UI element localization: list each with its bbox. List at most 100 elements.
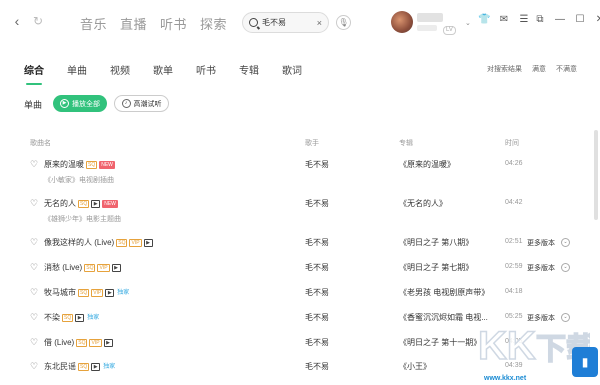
new-tag: NEW [99,160,115,169]
song-title-cell: 原来的温暖 SQ NEW [44,159,115,170]
sq-tag: SQ [78,199,90,208]
heart-icon[interactable]: ♡ [30,238,39,247]
maximize-icon[interactable]: ☐ [574,14,586,26]
album-name[interactable]: 《香蜜沉沉烬如霜 电视... [399,312,488,323]
song-title[interactable]: 牧马城市 [44,287,76,298]
column-header-album[interactable]: 专辑 [399,138,413,148]
heart-icon[interactable]: ♡ [30,199,39,208]
main-nav-explore[interactable]: 探索 [200,14,227,33]
song-duration: 05:25 [505,313,523,320]
vip-tag: VIP [97,263,110,272]
mv-tag[interactable]: ▶ [105,288,115,297]
search-icon [249,18,258,27]
tab-songs[interactable]: 单曲 [67,62,87,81]
mini-mode-icon[interactable]: ⧉ [534,14,546,26]
singer-name[interactable]: 毛不易 [305,198,329,209]
column-header-singer[interactable]: 歌手 [305,138,319,148]
song-title-cell: 借 (Live) SQ VIP ▶ [44,337,113,348]
avatar[interactable] [391,11,413,33]
mv-tag[interactable]: ▶ [103,338,113,347]
song-title[interactable]: 原来的温暖 [44,159,84,170]
singer-name[interactable]: 毛不易 [305,287,329,298]
floating-action-button[interactable]: ▮ [572,347,598,377]
album-name[interactable]: 《原来的温暖》 [399,159,455,170]
main-nav-music[interactable]: 音乐 [80,14,107,33]
column-header-time[interactable]: 时间 [505,138,519,148]
mv-tag[interactable]: ▶ [91,362,101,371]
song-title[interactable]: 不染 [44,312,60,323]
feedback-satisfied[interactable]: 满意 [532,64,546,74]
highlight-trial-button[interactable]: ♪ 高潮试听 [114,95,169,112]
main-nav-audiobook[interactable]: 听书 [160,14,187,33]
heart-icon[interactable]: ♡ [30,362,39,371]
song-title[interactable]: 无名的人 [44,198,76,209]
song-title[interactable]: 消愁 (Live) [44,262,82,273]
tab-audiobooks[interactable]: 听书 [196,62,216,81]
song-duration: 04:18 [505,288,523,295]
album-name[interactable]: 《小王》 [399,361,431,372]
chevron-down-icon[interactable]: ⌄ [561,313,570,322]
song-title-cell: 不染 SQ ▶ 独家 [44,312,100,323]
refresh-icon[interactable]: ↻ [31,14,45,28]
chevron-down-icon[interactable]: ⌄ [561,263,570,272]
tab-videos[interactable]: 视频 [110,62,130,81]
chevron-down-icon[interactable]: ⌄ [465,19,471,27]
song-duration: 04:26 [505,160,523,167]
exclusive-tag: 独家 [103,363,116,370]
vip-tag: VIP [91,288,104,297]
play-icon: ▶ [60,99,69,108]
clear-search-icon[interactable]: × [317,18,322,28]
song-title[interactable]: 像我这样的人 (Live) [44,237,114,248]
album-name[interactable]: 《明日之子 第七期》 [399,262,473,273]
singer-name[interactable]: 毛不易 [305,159,329,170]
minimize-icon[interactable]: — [554,14,566,26]
singer-name[interactable]: 毛不易 [305,262,329,273]
chevron-down-icon[interactable]: ⌄ [561,238,570,247]
heart-icon[interactable]: ♡ [30,338,39,347]
back-arrow-icon[interactable]: ‹ [10,14,24,28]
more-versions-link[interactable]: 更多版本 [527,238,555,248]
album-name[interactable]: 《老男孩 电视剧原声带》 [399,287,489,298]
album-name[interactable]: 《明日之子 第十一期》 [399,337,481,348]
tab-playlists[interactable]: 歌单 [153,62,173,81]
main-nav-live[interactable]: 直播 [120,14,147,33]
search-input[interactable]: 毛不易 × [242,12,329,33]
feedback-prompt: 对搜索结果 [487,66,522,73]
heart-icon[interactable]: ♡ [30,288,39,297]
album-name[interactable]: 《明日之子 第八期》 [399,237,473,248]
song-title[interactable]: 东北民谣 [44,361,76,372]
song-duration: 02:59 [505,263,523,270]
close-icon[interactable]: ✕ [594,14,600,26]
microphone-icon[interactable]: 🎙 [336,15,351,30]
tab-albums[interactable]: 专辑 [239,62,259,81]
singer-name[interactable]: 毛不易 [305,361,329,372]
song-duration: 02:51 [505,238,523,245]
song-title[interactable]: 借 (Live) [44,337,74,348]
mv-tag[interactable]: ▶ [143,238,153,247]
heart-icon[interactable]: ♡ [30,160,39,169]
singer-name[interactable]: 毛不易 [305,312,329,323]
feedback-unsatisfied[interactable]: 不满意 [556,64,577,74]
mv-tag[interactable]: ▶ [111,263,121,272]
album-name[interactable]: 《无名的人》 [399,198,447,209]
search-value: 毛不易 [262,18,286,27]
sq-tag: SQ [116,238,128,247]
mv-tag[interactable]: ▶ [75,313,85,322]
column-header-song[interactable]: 歌曲名 [30,138,51,148]
tab-lyrics[interactable]: 歌词 [282,62,302,81]
more-versions-link[interactable]: 更多版本 [527,263,555,273]
scrollbar[interactable] [594,130,598,220]
play-all-button[interactable]: ▶ 播放全部 [53,95,107,112]
singer-name[interactable]: 毛不易 [305,337,329,348]
search-feedback: 对搜索结果 满意 不满意 [487,64,577,74]
skin-icon[interactable]: 👕 [478,14,490,26]
tab-overall[interactable]: 综合 [24,62,44,85]
singer-name[interactable]: 毛不易 [305,237,329,248]
mv-tag[interactable]: ▶ [91,199,101,208]
heart-icon[interactable]: ♡ [30,263,39,272]
more-versions-link[interactable]: 更多版本 [527,313,555,323]
heart-icon[interactable]: ♡ [30,313,39,322]
mail-icon[interactable]: ✉ [498,14,510,26]
main-nav: 音乐 直播 听书 探索 [80,14,227,33]
menu-icon[interactable]: ☰ [518,14,530,26]
